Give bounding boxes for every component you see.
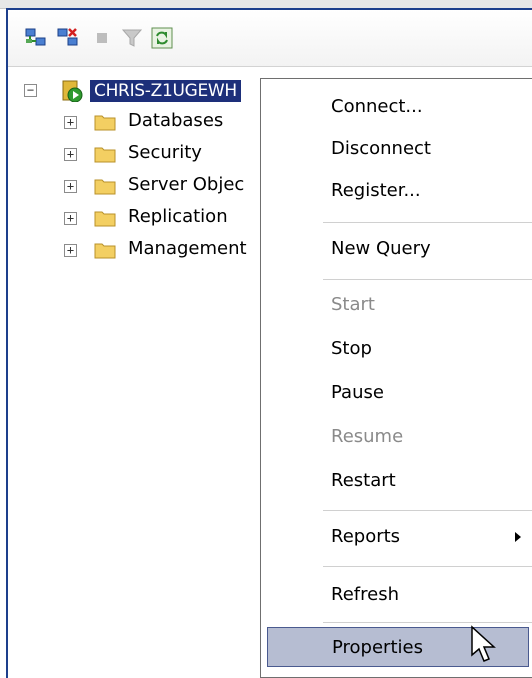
stop-icon [97,33,107,43]
tree-node-label: Security [128,142,202,163]
expand-toggle[interactable]: + [64,148,77,161]
menu-separator [323,566,532,567]
menu-item-connect[interactable]: Connect... [261,87,532,127]
connect-icon[interactable] [24,26,48,50]
expand-toggle[interactable]: + [64,244,77,257]
folder-icon [94,243,116,259]
tree-node-label: Management [128,238,247,259]
menu-item-new-query[interactable]: New Query [261,229,532,269]
tree-node-label: Replication [128,206,228,227]
menu-separator [323,222,532,223]
menu-item-stop[interactable]: Stop [261,329,532,369]
menu-item-resume: Resume [331,426,404,447]
server-context-menu: Connect... Disconnect Register... New Qu… [260,78,532,678]
menu-separator [323,279,532,280]
mouse-cursor-icon [471,625,496,662]
menu-item-pause[interactable]: Pause [261,373,532,413]
tree-node-replication[interactable]: + Replication [8,206,268,236]
menu-item-register[interactable]: Register... [261,171,532,211]
menu-separator [323,622,532,623]
tree-node-management[interactable]: + Management [8,238,268,268]
menu-separator [323,510,532,511]
menu-item-reports-label: Reports [331,526,401,547]
expand-toggle[interactable]: + [64,212,77,225]
tree-node-databases[interactable]: + Databases [8,110,268,140]
menu-item-restart[interactable]: Restart [261,461,532,501]
tree-node-server-objects[interactable]: + Server Objec [8,174,268,204]
menu-item-start: Start [331,294,375,315]
expand-toggle[interactable]: + [64,180,77,193]
menu-item-refresh[interactable]: Refresh [261,575,532,615]
folder-icon [94,179,116,195]
menu-item-disconnect[interactable]: Disconnect [261,129,532,169]
disconnect-icon[interactable] [56,26,80,50]
folder-icon [94,147,116,163]
server-node-label: CHRIS-Z1UGEWH [90,80,241,102]
refresh-icon[interactable] [150,26,174,50]
tree-node-label: Server Objec [128,174,245,195]
tree-node-security[interactable]: + Security [8,142,268,172]
menu-item-reports[interactable]: Reports [261,517,532,557]
folder-icon [94,115,116,131]
submenu-arrow-icon [515,532,521,542]
tree-node-label: Databases [128,110,224,131]
folder-icon [94,211,116,227]
collapse-toggle[interactable]: − [24,84,37,97]
filter-icon [121,29,143,47]
object-explorer-toolbar [8,10,532,67]
server-icon [62,80,83,102]
expand-toggle[interactable]: + [64,116,77,129]
